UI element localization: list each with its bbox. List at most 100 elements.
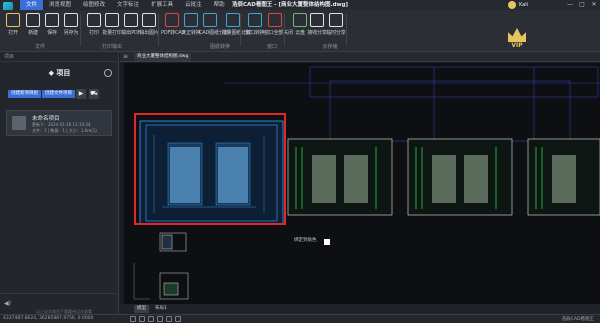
- maximize-icon[interactable]: □: [578, 1, 586, 9]
- model-layout-tabs: 模型 布局1: [120, 304, 600, 314]
- ribbon-button-label: 打开: [8, 30, 18, 36]
- create-file-project-button[interactable]: 创建文件项目: [42, 90, 75, 98]
- export-pdf-icon: [124, 13, 138, 27]
- open-folder-icon: [6, 13, 20, 27]
- save-icon: [45, 13, 59, 27]
- menu-tab-6[interactable]: 帮助: [208, 0, 231, 10]
- cad-split-button[interactable]: CAD图纸分割: [199, 13, 229, 41]
- export-image-icon: [142, 13, 156, 27]
- project-card[interactable]: 未命名项目 更新于：2024-01-16 11:10:34 文件：1 | 数量：…: [6, 110, 112, 136]
- avatar[interactable]: [508, 1, 516, 9]
- close-all-windows-button[interactable]: 窗口全部关闭: [264, 13, 293, 41]
- panel-header: 项目: [0, 52, 119, 62]
- menu-tab-1[interactable]: 浏览视图: [43, 0, 77, 10]
- ribbon-button-label: 另存为: [63, 30, 79, 36]
- project-panel: 项目 ◆ 项目 创建新项目组 创建文件项目 ▶ ⛟ 未命名项目 更新于：2024…: [0, 52, 119, 314]
- drawing-label: 绑定到角色: [294, 238, 317, 243]
- ribbon-button-label: 输出图片: [139, 30, 159, 36]
- settings-icon[interactable]: [130, 316, 136, 322]
- ortho-icon[interactable]: [157, 316, 163, 322]
- play-icon[interactable]: ▶: [76, 89, 86, 99]
- minimize-icon[interactable]: —: [566, 1, 574, 9]
- export-image-button[interactable]: 输出图片: [138, 13, 160, 41]
- document-tab[interactable]: 商业大厦整体结构图.dwg: [134, 53, 192, 61]
- window-switch-icon: [248, 13, 262, 27]
- print-icon: [87, 13, 101, 27]
- ribbon-button-label: 窗口转换: [245, 30, 265, 36]
- project-name: 未命名项目: [32, 116, 60, 122]
- save-as-button[interactable]: 另存为: [60, 13, 82, 41]
- cloud-drive-icon: [293, 13, 307, 27]
- menu-tab-5[interactable]: 云批注: [179, 0, 208, 10]
- ribbon-toolbar: VIP 打开 新建 保存 另存为 打印 批量打印 输出PDF 输出图片 PDF转CAD 天正转换 C…: [0, 10, 600, 52]
- ribbon-group-label: 打印输出: [101, 44, 122, 50]
- drawing-sheet-1: [139, 120, 284, 225]
- close-all-windows-icon: [268, 13, 282, 27]
- pdf-to-cad-icon: [165, 13, 179, 27]
- grid-icon[interactable]: [139, 316, 145, 322]
- snap-icon[interactable]: [148, 316, 154, 322]
- username: Kali: [519, 2, 529, 8]
- project-title: ◆ 项目: [0, 68, 119, 78]
- tab-model[interactable]: 模型: [134, 305, 149, 313]
- vip-label: VIP: [511, 42, 523, 49]
- project-stats: 文件：1 | 数量：1 | 大小：1.6m(1): [32, 128, 97, 133]
- tab-layout1[interactable]: 布局1: [152, 305, 170, 313]
- detail-sheet: [159, 232, 189, 300]
- layer-icon[interactable]: [166, 316, 172, 322]
- menu-tab-4[interactable]: 扩展工具: [145, 0, 179, 10]
- drawing-sheet-4: [527, 138, 600, 216]
- refresh-icon[interactable]: [104, 69, 112, 77]
- ribbon-separator: [158, 14, 159, 46]
- zoom-icon[interactable]: [175, 316, 181, 322]
- status-icons: [130, 316, 181, 322]
- window-title: 浩辰CAD看图王 - [商业大厦整体结构图.dwg]: [232, 2, 349, 8]
- ribbon-group-label: 云存储: [322, 44, 338, 50]
- menu-tab-2[interactable]: 绘图修改: [77, 0, 111, 10]
- status-bar: 43374B7.8624, 36285887.9756, 0.0000 浩辰CA…: [0, 314, 600, 323]
- ribbon-group-label: 文件: [34, 44, 45, 50]
- ribbon-group-label: 图纸转换: [209, 44, 230, 50]
- batch-print-icon: [105, 13, 119, 27]
- cad-split-icon: [203, 13, 217, 27]
- window-controls: — □ ✕: [566, 1, 598, 9]
- open-folder-button[interactable]: 打开: [2, 13, 24, 41]
- stack-icon: [12, 116, 26, 130]
- ribbon-button-label: 窗口全部关闭: [264, 30, 293, 36]
- title-bar: 文件 浏览视图 绘图修改 文字标注 扩展工具 云批注 帮助 浩辰CAD看图王 - [商业大厦…: [0, 0, 600, 12]
- temp-share-button[interactable]: 临时分享: [325, 13, 347, 41]
- ribbon-button-label: 临时分享: [326, 30, 346, 36]
- crown-icon: [508, 28, 526, 42]
- speaker-icon[interactable]: ◀): [4, 300, 11, 307]
- ribbon-separator: [346, 14, 347, 46]
- brand-label: 浩辰CAD看图王: [561, 317, 594, 322]
- cad-drawing: [133, 66, 600, 300]
- ribbon-group-label: 窗口: [266, 44, 277, 50]
- close-icon[interactable]: ✕: [590, 1, 598, 9]
- list-icon[interactable]: ≡: [123, 53, 128, 60]
- tianzheng-convert-icon: [184, 13, 198, 27]
- truck-icon[interactable]: ⛟: [89, 89, 99, 99]
- ribbon-separator: [80, 14, 81, 46]
- ribbon-button-label: CAD图纸分割: [199, 30, 229, 36]
- ribbon-separator: [284, 14, 285, 46]
- menu-tabs: 文件 浏览视图 绘图修改 文字标注 扩展工具 云批注 帮助: [20, 0, 231, 10]
- ribbon-separator: [240, 14, 241, 46]
- drawing-sheet-3: [407, 138, 513, 216]
- window-switch-button[interactable]: 窗口转换: [244, 13, 266, 41]
- drawing-workspace: ≡ 商业大厦整体结构图.dwg 绑定到角色 模型 布局1: [120, 52, 600, 314]
- project-title-text: 项目: [56, 69, 71, 77]
- temp-share-icon: [329, 13, 343, 27]
- new-file-icon: [26, 13, 40, 27]
- cursor-coordinates: 43374B7.8624, 36285887.9756, 0.0000: [3, 316, 94, 321]
- panel-footer: ◀) 以上仅为浏览下载路径点击查看: [0, 293, 119, 314]
- user-info[interactable]: Kali: [508, 1, 528, 9]
- batch-compare-icon: [226, 13, 240, 27]
- menu-tab-0[interactable]: 文件: [20, 0, 44, 10]
- drawing-sheet-2: [287, 138, 393, 216]
- cad-drawing-canvas[interactable]: 绑定到角色: [124, 63, 600, 304]
- save-as-icon: [64, 13, 78, 27]
- document-tab-bar: ≡ 商业大厦整体结构图.dwg: [120, 52, 600, 62]
- new-project-group-button[interactable]: 创建新项目组: [8, 90, 41, 98]
- menu-tab-3[interactable]: 文字标注: [111, 0, 145, 10]
